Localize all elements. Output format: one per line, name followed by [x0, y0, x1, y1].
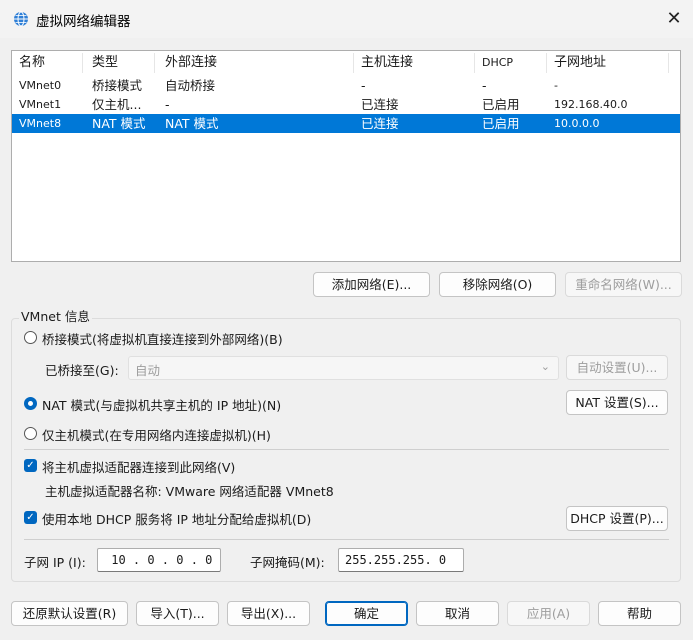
host-only-label[interactable]: 仅主机模式(在专用网络内连接虚拟机)(H)	[42, 425, 271, 444]
row-host: -	[361, 78, 366, 93]
host-only-radio[interactable]	[24, 427, 37, 440]
table-row-vmnet1[interactable]: VMnet1 仅主机... - 已连接 已启用 192.168.40.0	[12, 95, 680, 114]
row-subnet: -	[554, 79, 558, 92]
close-icon[interactable]: ✕	[661, 6, 687, 32]
column-header-host[interactable]: 主机连接	[361, 51, 471, 75]
chevron-down-icon: ⌄	[540, 360, 550, 373]
dhcp-label[interactable]: 使用本地 DHCP 服务将 IP 地址分配给虚拟机(D)	[42, 509, 311, 528]
dhcp-settings-button[interactable]: DHCP 设置(P)...	[566, 506, 668, 531]
subnet-mask-field[interactable]: 255.255.255. 0	[338, 548, 464, 572]
row-subnet: 192.168.40.0	[554, 98, 628, 111]
import-button[interactable]: 导入(T)...	[136, 601, 219, 626]
cancel-button[interactable]: 取消	[416, 601, 499, 626]
add-network-button[interactable]: 添加网络(E)...	[313, 272, 430, 297]
vmnet-info-title: VMnet 信息	[19, 306, 92, 325]
subnet-ip-label: 子网 IP (I):	[24, 555, 86, 570]
column-header-type[interactable]: 类型	[92, 51, 154, 75]
subnet-mask-label: 子网掩码(M):	[250, 555, 325, 570]
help-button[interactable]: 帮助	[598, 601, 681, 626]
bridged-mode-radio[interactable]	[24, 331, 37, 344]
apply-button[interactable]: 应用(A)	[507, 601, 590, 626]
bridged-mode-label[interactable]: 桥接模式(将虚拟机直接连接到外部网络)(B)	[42, 329, 283, 348]
row-dhcp: -	[482, 78, 487, 93]
nat-settings-button[interactable]: NAT 设置(S)...	[566, 390, 668, 415]
bridged-to-select[interactable]: 自动 ⌄	[128, 356, 559, 380]
row-type: 仅主机...	[92, 97, 142, 112]
connect-adapter-checkbox[interactable]: ✓	[24, 459, 37, 472]
nat-mode-label[interactable]: NAT 模式(与虚拟机共享主机的 IP 地址)(N)	[42, 395, 281, 414]
title-bar: 虚拟网络编辑器 ✕	[0, 0, 693, 38]
row-external: 自动桥接	[165, 78, 216, 93]
restore-defaults-button[interactable]: 还原默认设置(R)	[11, 601, 128, 626]
nat-mode-radio[interactable]	[24, 397, 37, 410]
dhcp-checkbox[interactable]: ✓	[24, 511, 37, 524]
row-subnet: 10.0.0.0	[554, 117, 600, 130]
export-button[interactable]: 导出(X)...	[227, 601, 310, 626]
column-header-name[interactable]: 名称	[19, 51, 79, 75]
bridged-to-value: 自动	[135, 363, 161, 378]
row-dhcp: 已启用	[482, 97, 520, 112]
divider	[24, 539, 669, 540]
row-name: VMnet8	[19, 117, 62, 130]
row-host: 已连接	[361, 97, 399, 112]
row-host: 已连接	[361, 116, 399, 131]
divider	[24, 449, 669, 450]
column-header-dhcp[interactable]: DHCP	[482, 51, 542, 75]
column-header-subnet[interactable]: 子网地址	[554, 51, 664, 75]
row-name: VMnet1	[19, 98, 62, 111]
row-external: -	[165, 97, 170, 112]
adapter-name-text: 主机虚拟适配器名称: VMware 网络适配器 VMnet8	[45, 484, 334, 499]
table-row-vmnet0[interactable]: VMnet0 桥接模式 自动桥接 - - -	[12, 76, 680, 95]
network-globe-icon	[14, 11, 28, 27]
network-list[interactable]: 名称 类型 外部连接 主机连接 DHCP 子网地址 VMnet0 桥接模式 自动…	[11, 50, 681, 262]
window-title: 虚拟网络编辑器	[36, 14, 131, 30]
row-name: VMnet0	[19, 79, 62, 92]
table-row-vmnet8[interactable]: VMnet8 NAT 模式 NAT 模式 已连接 已启用 10.0.0.0	[12, 114, 680, 133]
auto-settings-button[interactable]: 自动设置(U)...	[566, 355, 668, 380]
row-dhcp: 已启用	[482, 116, 520, 131]
row-type: 桥接模式	[92, 78, 143, 93]
row-external: NAT 模式	[165, 116, 219, 131]
row-type: NAT 模式	[92, 116, 146, 131]
list-header: 名称 类型 外部连接 主机连接 DHCP 子网地址	[12, 51, 680, 75]
bridged-to-label: 已桥接至(G):	[45, 363, 119, 378]
subnet-ip-field[interactable]: 10 . 0 . 0 . 0	[97, 548, 221, 572]
remove-network-button[interactable]: 移除网络(O)	[439, 272, 556, 297]
column-header-external[interactable]: 外部连接	[165, 51, 345, 75]
rename-network-button[interactable]: 重命名网络(W)...	[565, 272, 682, 297]
ok-button[interactable]: 确定	[325, 601, 408, 626]
connect-adapter-label[interactable]: 将主机虚拟适配器连接到此网络(V)	[42, 457, 235, 476]
